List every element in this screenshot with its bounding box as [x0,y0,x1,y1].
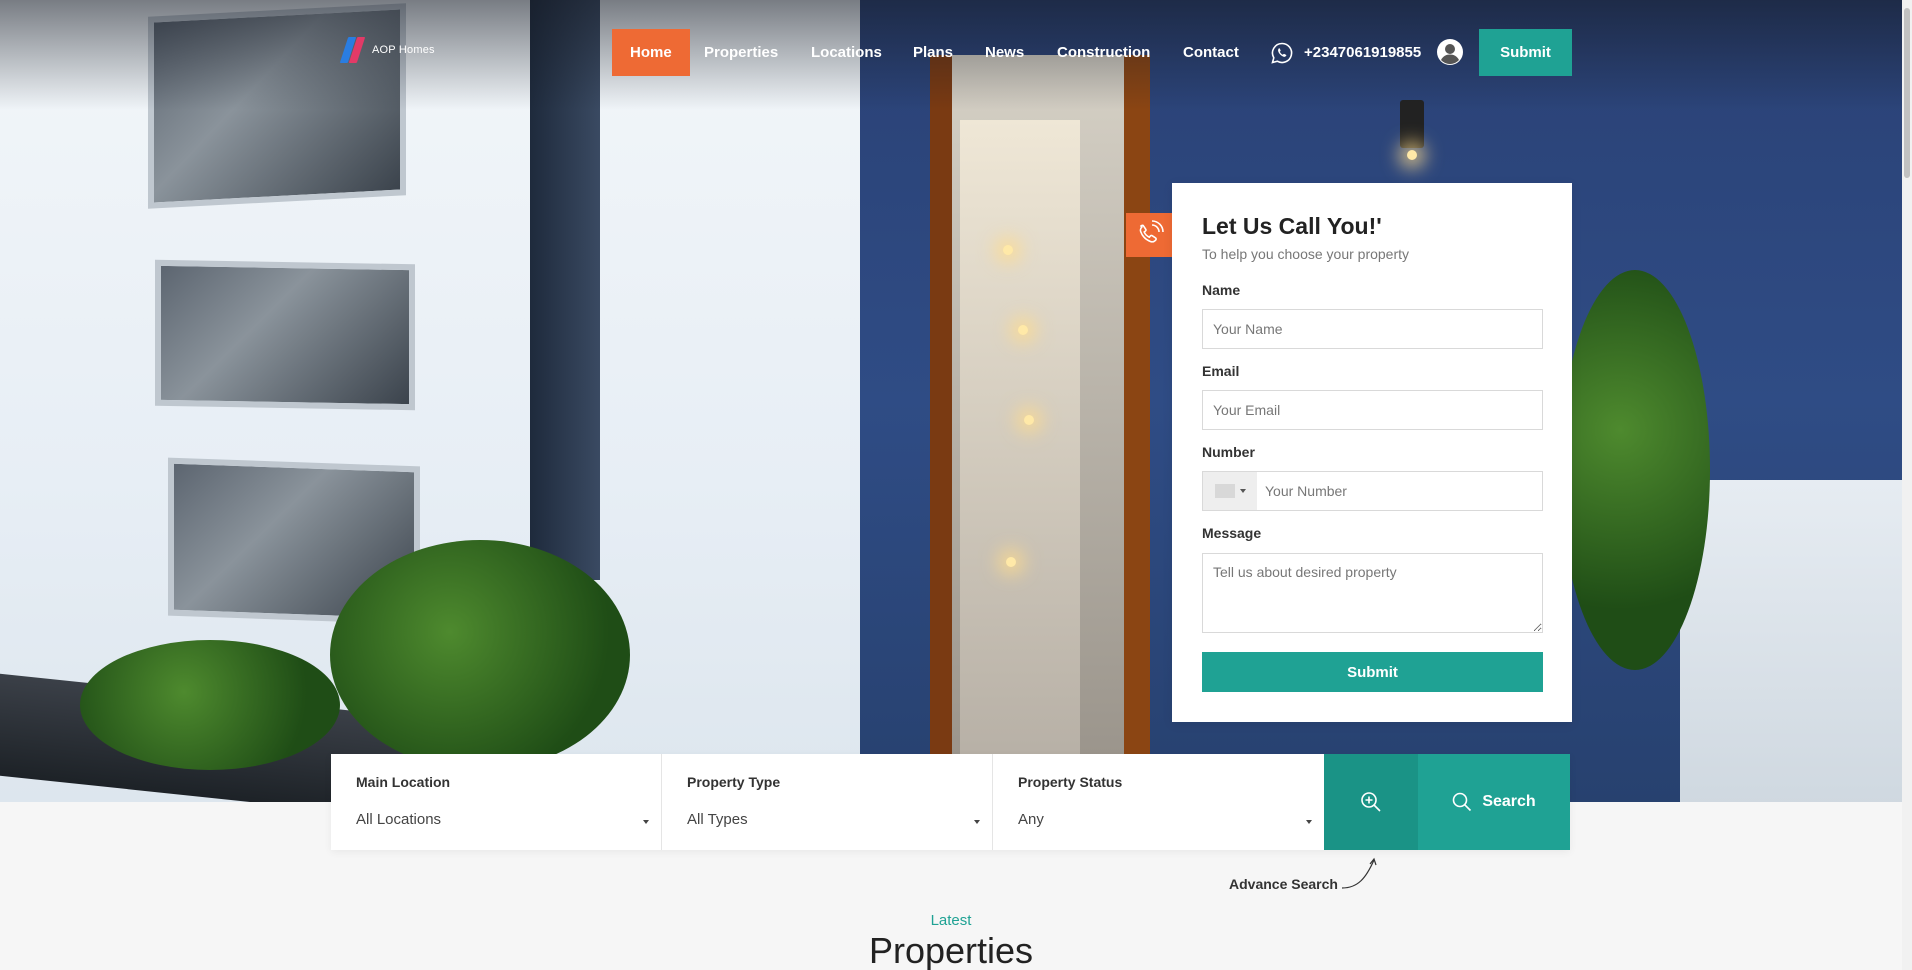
phone-number: +2347061919855 [1304,44,1422,61]
nav-item-construction[interactable]: Construction [1057,29,1150,76]
hero-right-wall [1680,480,1902,802]
caret-down-icon [643,820,649,824]
caret-down-icon [974,820,980,824]
hero-banner [0,0,1902,802]
page-scrollbar[interactable] [1902,0,1912,970]
location-select[interactable]: Main Location All Locations [331,754,662,850]
form-submit-button[interactable]: Submit [1202,652,1543,692]
caret-down-icon [1239,489,1246,493]
search-button[interactable]: Search [1418,754,1570,850]
logo-mark-icon [339,35,366,65]
curved-arrow-icon [1341,857,1377,889]
flag-icon [1214,484,1235,498]
logo[interactable]: AOP Homes [339,35,435,65]
form-title: Let Us Call You!' [1202,213,1382,239]
scrollbar-thumb[interactable] [1904,8,1910,178]
phone-field-group [1202,471,1543,511]
section-heading: Properties [868,930,1034,970]
property-status-value: Any [1018,811,1044,828]
search-button-label: Search [1482,793,1536,810]
section-kicker: Latest [930,912,972,929]
name-field[interactable] [1202,309,1543,349]
location-label: Main Location [356,774,451,790]
hero-light [1024,415,1034,425]
nav-item-news[interactable]: News [985,29,1024,76]
hero-doorway [960,120,1080,760]
message-field[interactable] [1202,553,1543,633]
name-label: Name [1202,282,1241,298]
user-avatar-icon[interactable] [1436,38,1464,66]
nav-submit-button[interactable]: Submit [1479,29,1572,76]
property-status-select[interactable]: Property Status Any [993,754,1324,850]
location-value: All Locations [356,811,442,828]
country-code-dropdown[interactable] [1203,472,1257,510]
zoom-in-icon [1361,792,1381,812]
number-field[interactable] [1257,472,1542,510]
property-type-label: Property Type [687,774,781,790]
advance-search-label[interactable]: Advance Search [1229,876,1338,892]
number-label: Number [1202,444,1255,460]
whatsapp-icon [1271,42,1293,64]
property-type-select[interactable]: Property Type All Types [662,754,993,850]
caret-down-icon [1306,820,1312,824]
call-request-form: Let Us Call You!' To help you choose you… [1172,183,1572,722]
property-type-value: All Types [687,811,748,828]
hero-plant [80,640,340,770]
hero-light [1003,245,1013,255]
email-label: Email [1202,363,1240,379]
nav-item-plans[interactable]: Plans [913,29,953,76]
nav-item-contact[interactable]: Contact [1183,29,1239,76]
hero-plant [1560,270,1710,670]
logo-text: AOP Homes [372,44,435,56]
nav-item-properties[interactable]: Properties [704,29,778,76]
advanced-search-button[interactable] [1324,754,1418,850]
email-field[interactable] [1202,390,1543,430]
search-icon [1453,792,1472,812]
nav-item-home[interactable]: Home [612,29,690,76]
main-nav: AOP Homes Home Properties Locations Plan… [0,29,1902,76]
hero-light [1018,325,1028,335]
phone-link[interactable]: +2347061919855 [1270,29,1421,76]
hero-light [1407,150,1417,160]
hero-plant [330,540,630,770]
hero-window [155,259,415,411]
hero-light [1006,557,1016,567]
form-subtitle: To help you choose your property [1202,246,1410,262]
property-status-label: Property Status [1018,774,1123,790]
message-label: Message [1202,525,1262,541]
nav-item-locations[interactable]: Locations [811,29,882,76]
